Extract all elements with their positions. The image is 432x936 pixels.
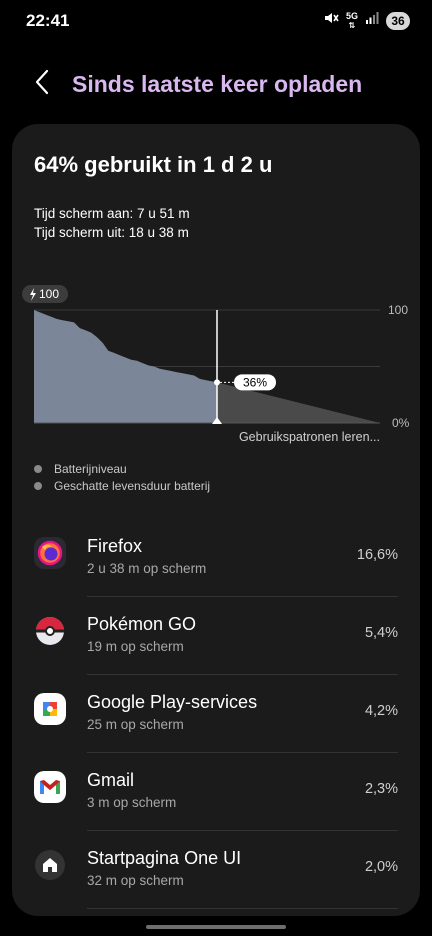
status-bar: 22:41 5G ⇅ 36	[0, 0, 432, 44]
pokeball-icon	[34, 615, 66, 647]
y-axis-max-label: 100	[388, 303, 408, 317]
gmail-icon	[34, 771, 66, 803]
firefox-icon	[34, 537, 66, 569]
mute-icon	[323, 11, 339, 30]
app-name: Gmail	[87, 770, 135, 790]
network-type: 5G	[345, 10, 358, 21]
usage-summary-title: 64% gebruikt in 1 d 2 u	[34, 152, 273, 177]
forecast-label: Gebruikspatronen leren...	[239, 430, 380, 444]
start-level-label: 100	[39, 287, 59, 301]
network-5g-icon: 5G ⇅	[345, 10, 358, 30]
battery-usage-card: 64% gebruikt in 1 d 2 u Tijd scherm aan:…	[12, 124, 420, 916]
signal-icon	[365, 11, 379, 30]
chevron-left-icon	[34, 69, 50, 100]
legend-item-estimated-life: Geschatte levensduur batterij	[34, 477, 210, 494]
battery-indicator: 36	[386, 11, 410, 30]
current-level-label: 36%	[243, 375, 267, 389]
home-indicator[interactable]	[146, 925, 286, 929]
app-name: Firefox	[87, 536, 143, 556]
app-name: Startpagina One UI	[87, 848, 242, 868]
app-usage-percent: 2,0%	[364, 859, 398, 875]
app-screen-time: 3 m op scherm	[87, 795, 177, 810]
app-usage-percent: 2,3%	[364, 781, 398, 797]
status-time: 22:41	[26, 11, 70, 30]
app-row-google-play-services[interactable]: Google Play-services 25 m op scherm 4,2%	[12, 675, 420, 753]
screen-on-time: Tijd scherm aan: 7 u 51 m	[34, 206, 190, 221]
app-name: Google Play-services	[87, 692, 258, 712]
app-usage-percent: 16,6%	[356, 547, 398, 563]
app-usage-percent: 5,4%	[364, 625, 398, 641]
page-title: Sinds laatste keer opladen	[72, 71, 363, 97]
chart-legend: Batterijniveau Geschatte levensduur batt…	[34, 460, 210, 494]
home-icon	[34, 849, 66, 881]
screen-off-time: Tijd scherm uit: 18 u 38 m	[34, 225, 189, 240]
app-screen-time: 32 m op scherm	[87, 873, 184, 888]
app-screen-time: 2 u 38 m op scherm	[87, 561, 207, 576]
y-axis-min-label: 0%	[392, 416, 410, 430]
legend-dot	[34, 464, 42, 473]
app-screen-time: 19 m op scherm	[87, 639, 184, 654]
app-row-pokemon-go[interactable]: Pokémon GO 19 m op scherm 5,4%	[12, 597, 420, 675]
google-play-services-icon	[34, 693, 66, 725]
battery-chart-svg: 36% 100 100 0% Gebruikspatronen leren...	[22, 285, 410, 444]
legend-label: Geschatte levensduur batterij	[54, 478, 211, 493]
battery-chart[interactable]: 36% 100 100 0% Gebruikspatronen leren...	[12, 278, 420, 453]
app-name: Pokémon GO	[87, 614, 197, 634]
divider	[87, 908, 398, 909]
app-usage-percent: 4,2%	[364, 703, 398, 719]
back-button[interactable]	[28, 69, 56, 100]
legend-label: Batterijniveau	[54, 461, 127, 476]
app-row-firefox[interactable]: Firefox 2 u 38 m op scherm 16,6%	[12, 519, 420, 597]
status-icons: 5G ⇅ 36	[323, 11, 410, 30]
app-screen-time: 25 m op scherm	[87, 717, 184, 732]
current-level-dot	[214, 379, 220, 386]
header: Sinds laatste keer opladen	[0, 58, 432, 114]
app-usage-list: Firefox 2 u 38 m op scherm 16,6% Pokémon…	[12, 519, 420, 909]
legend-dot	[34, 481, 42, 490]
app-row-one-ui-home[interactable]: Startpagina One UI 32 m op scherm 2,0%	[12, 831, 420, 909]
app-row-gmail[interactable]: Gmail 3 m op scherm 2,3%	[12, 753, 420, 831]
legend-item-battery-level: Batterijniveau	[34, 460, 210, 477]
